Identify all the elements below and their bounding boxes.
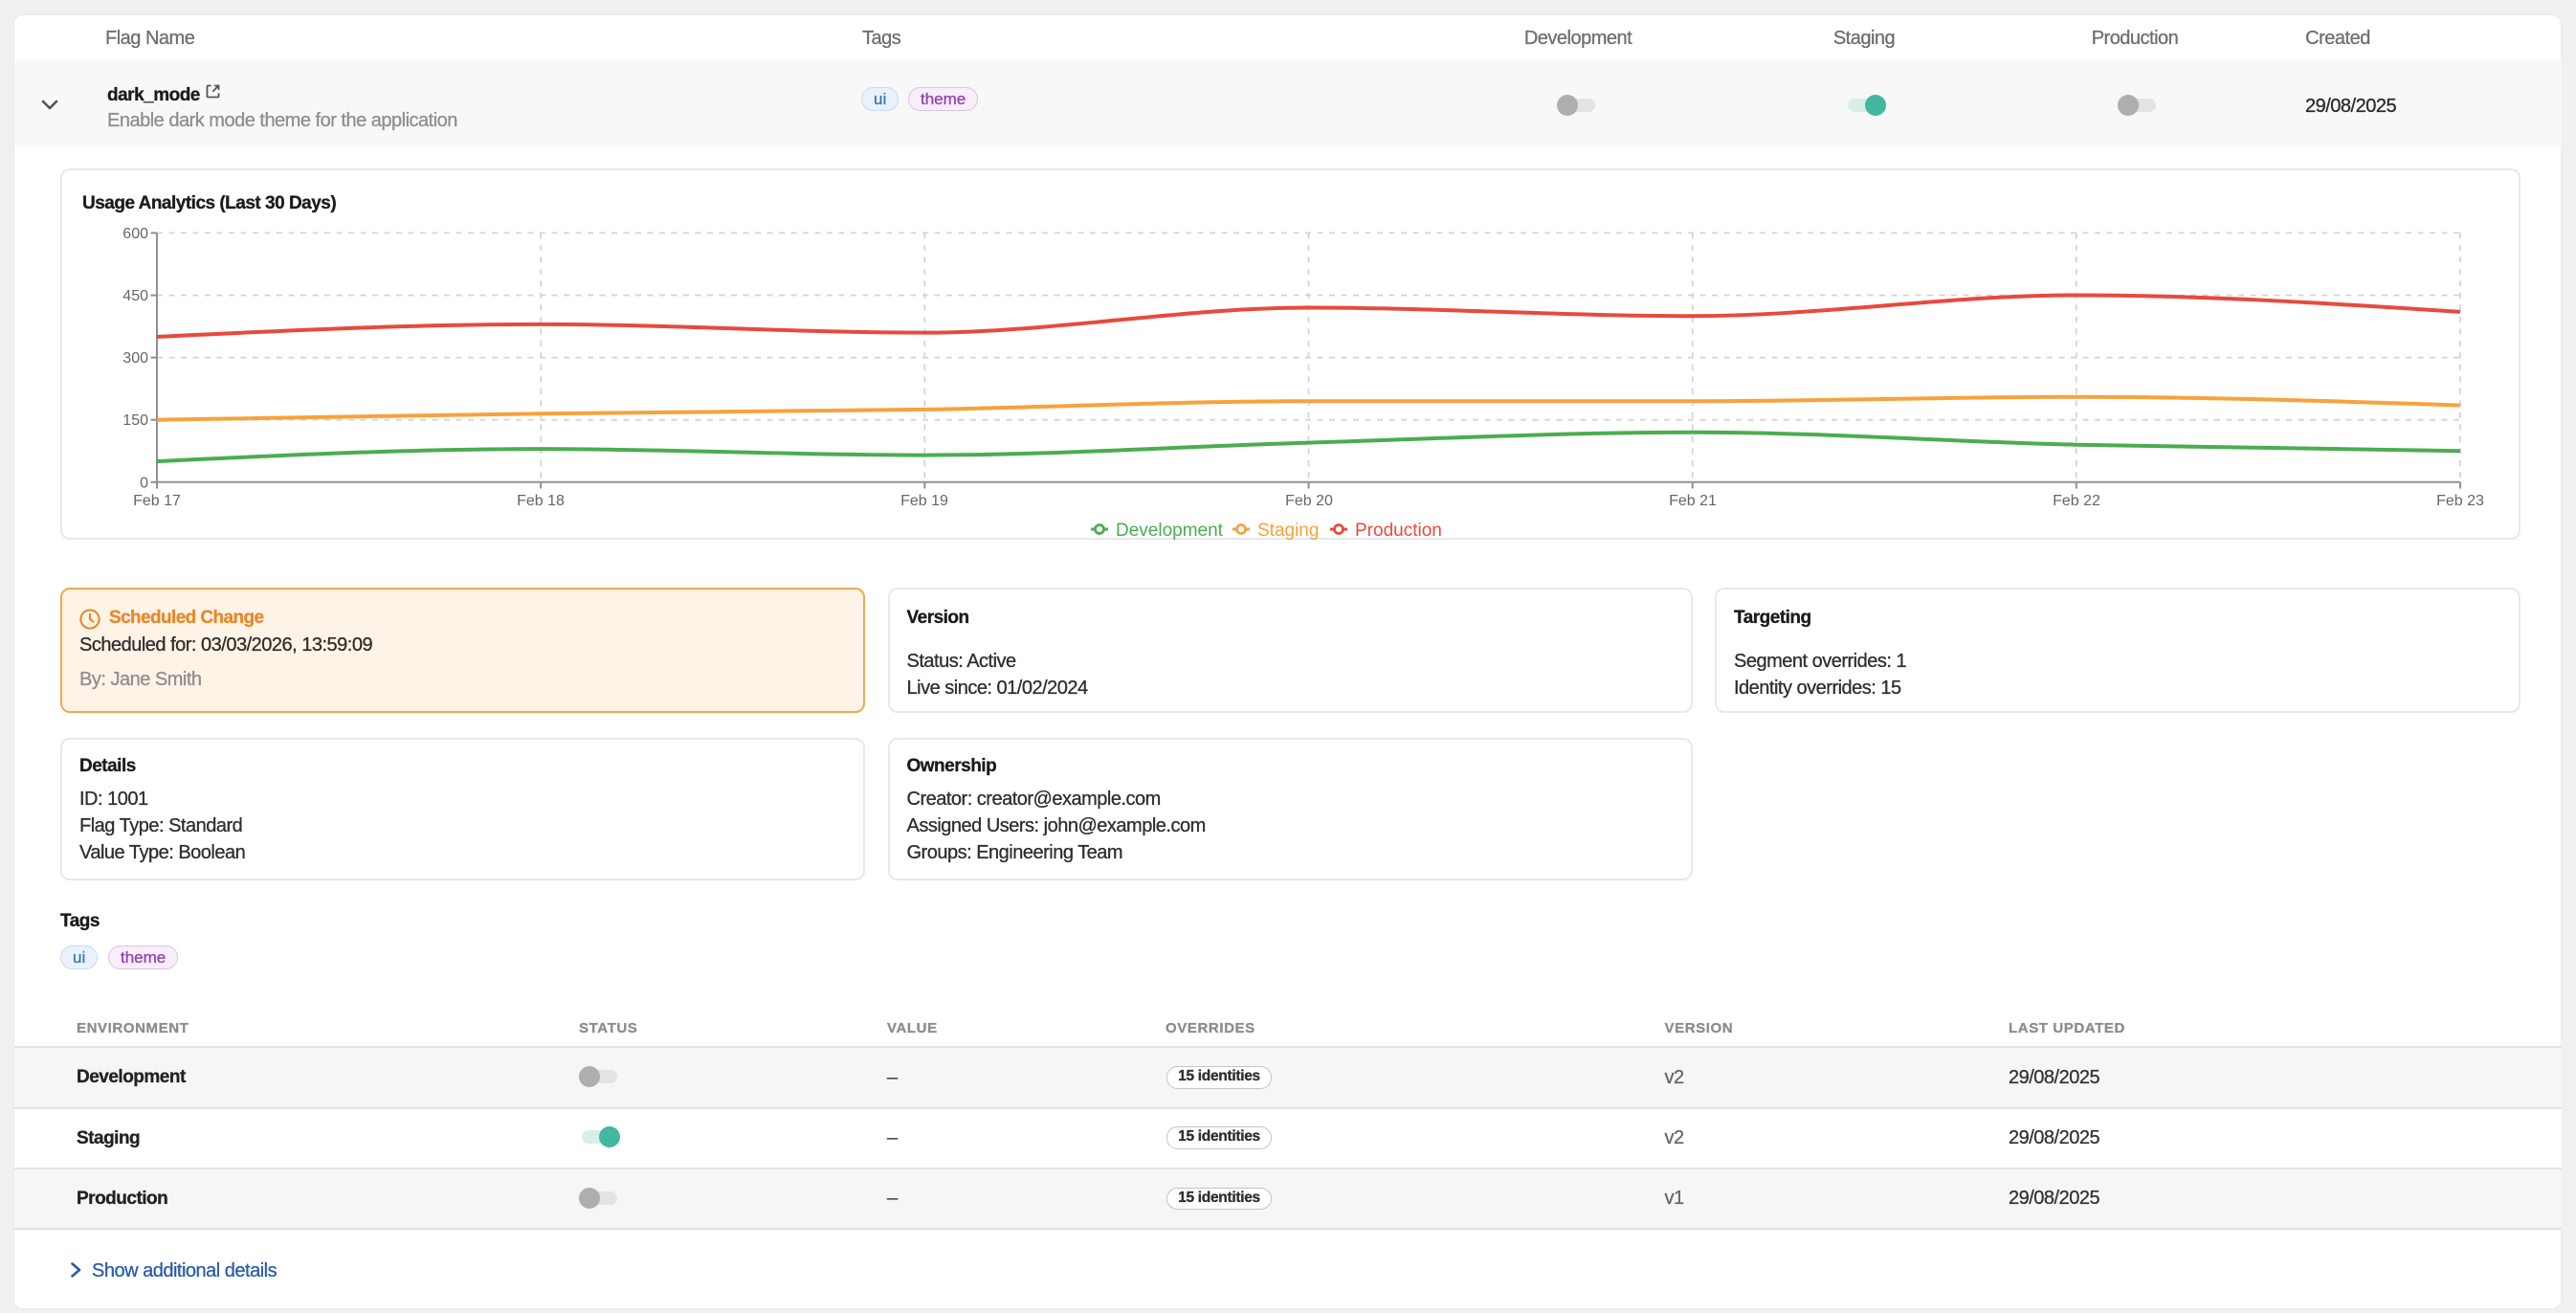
- svg-text:Feb 23: Feb 23: [2436, 493, 2484, 509]
- svg-text:Feb 20: Feb 20: [1285, 493, 1333, 509]
- svg-text:Feb 17: Feb 17: [133, 493, 181, 509]
- svg-text:Feb 22: Feb 22: [2053, 493, 2100, 509]
- svg-text:Production: Production: [1355, 521, 1442, 540]
- svg-text:Feb 18: Feb 18: [517, 493, 565, 509]
- svg-text:450: 450: [122, 288, 148, 304]
- svg-text:Feb 19: Feb 19: [900, 493, 948, 509]
- svg-text:0: 0: [140, 475, 148, 491]
- svg-text:300: 300: [122, 350, 148, 367]
- svg-text:Staging: Staging: [1257, 521, 1319, 540]
- svg-text:Development: Development: [1116, 521, 1224, 540]
- svg-text:Feb 21: Feb 21: [1669, 493, 1717, 509]
- svg-text:150: 150: [122, 412, 148, 429]
- svg-text:600: 600: [122, 226, 148, 242]
